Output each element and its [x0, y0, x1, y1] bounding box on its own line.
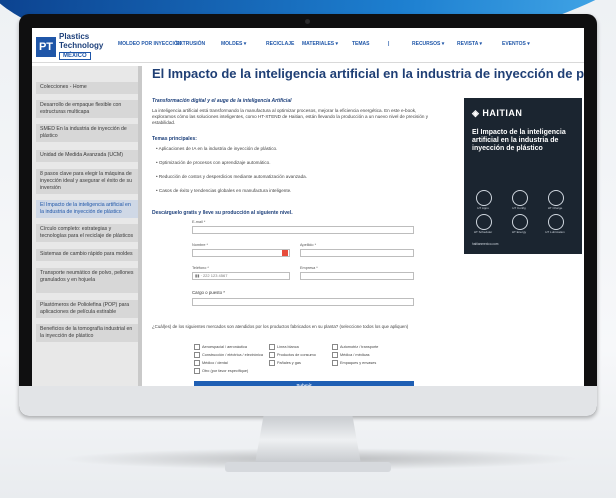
menu-item-moldeo[interactable]: MOLDEO POR INYECCIÓN — [118, 41, 181, 47]
main-menu: MOLDEO POR INYECCIÓN EXTRUSIÓN MOLDES ▾ … — [118, 41, 532, 47]
ebook-url: haitianmexico.com — [472, 242, 499, 246]
menu-item-temas[interactable]: TEMAS — [352, 41, 388, 47]
ebook-caption: HT Scheduler — [473, 230, 493, 234]
telefono-label: Teléfono * — [192, 266, 209, 270]
page-title: El Impacto de la inteligencia artificial… — [152, 66, 584, 81]
bullet-item: • Reducción de costos y desperdicios med… — [156, 174, 307, 179]
intro-title: Transformación digital y el auge de la i… — [152, 98, 292, 104]
checkbox-icon — [269, 360, 275, 366]
menu-item-eventos[interactable]: EVENTOS ▾ — [502, 41, 532, 47]
sidebar-item-home[interactable]: Colecciones - Home — [36, 82, 140, 94]
menu-item-moldes[interactable]: MOLDES ▾ — [221, 41, 266, 47]
apellido-label: Apellido * — [300, 243, 317, 247]
nombre-label: Nombre * — [192, 243, 209, 247]
ebook-caption: HT Lubrication — [545, 230, 565, 234]
menu-item-revista[interactable]: REVISTA ▾ — [457, 41, 502, 47]
site-logo[interactable]: PT Plastics Technology MÉXICO — [36, 32, 103, 61]
empresa-label: Empresa * — [300, 266, 318, 270]
checkbox-icon — [269, 344, 275, 350]
market-checkbox[interactable]: Línea blanca — [269, 344, 299, 350]
cargo-label: Cargo o puesto * — [192, 290, 225, 295]
sidebar-item-10[interactable]: Beneficios de la tomografía industrial e… — [36, 324, 140, 342]
markets-question: ¿Cuál(es) de los siguientes mercados son… — [152, 324, 409, 329]
ebook-caption: HT Charge — [547, 206, 563, 210]
haitian-logo: ◈ HAITIAN — [472, 108, 523, 118]
checkbox-icon — [332, 352, 338, 358]
logo-mark: PT — [36, 36, 56, 57]
market-checkbox[interactable]: Productos de consumo — [269, 352, 316, 358]
sidebar-item-8[interactable]: Transporte neumático de polvo, pellones … — [36, 268, 140, 293]
market-checkbox[interactable]: Empaques y envases — [332, 360, 376, 366]
market-checkbox[interactable]: Médico / dental — [194, 360, 228, 366]
download-cta: Descárguelo gratis y lleve su producción… — [152, 210, 293, 216]
bullet-item: • Optimización de procesos con aprendiza… — [156, 160, 271, 165]
checkbox-icon — [194, 344, 200, 350]
checkbox-icon — [194, 368, 200, 374]
logo-line1: Plastics — [59, 32, 90, 41]
intro-text: La inteligencia artificial está transfor… — [152, 108, 429, 125]
email-field[interactable] — [192, 226, 414, 234]
lubrication-icon — [548, 214, 564, 230]
market-checkbox[interactable]: Construcción / eléctrica / electrónica — [194, 352, 263, 358]
apps-icon — [476, 190, 492, 206]
sidebar-item-1[interactable]: Desarrollo de empaque flexible con estru… — [36, 100, 140, 118]
scheduler-icon — [476, 214, 492, 230]
apellido-field[interactable] — [300, 249, 414, 257]
market-checkbox[interactable]: Pañales y gas — [269, 360, 301, 366]
menu-divider: | — [388, 41, 390, 47]
monitor-frame: PT Plastics Technology MÉXICO MOLDEO POR… — [19, 14, 597, 416]
checkbox-icon — [332, 344, 338, 350]
bullet-item: • Casos de éxito y tendencias globales e… — [156, 188, 292, 193]
charge-icon — [548, 190, 564, 206]
telefono-field[interactable]: ▮▮ · 222 123 4567 — [192, 272, 290, 280]
monitor-stand — [255, 416, 361, 464]
ebook-cover: ◈ HAITIAN El Impacto de la inteligencia … — [464, 98, 582, 254]
market-checkbox[interactable]: Aeroespacial / aeronáutica — [194, 344, 247, 350]
sidebar-item-7[interactable]: Sistemas de cambio rápido para moldes — [36, 249, 140, 261]
market-checkbox[interactable]: Automotriz / transporte — [332, 344, 378, 350]
logo-line2: Technology — [59, 41, 104, 50]
logo-text: Plastics Technology MÉXICO — [59, 32, 103, 61]
checkbox-icon — [194, 360, 200, 366]
ebook-caption: HT Energy — [511, 230, 527, 234]
sidebar-item-3[interactable]: Unidad de Medida Avanzada (UCM) — [36, 150, 140, 162]
menu-item-materiales[interactable]: MATERIALES ▾ — [302, 41, 352, 47]
sidebar-item-6[interactable]: Círculo completo: estrategias y tecnolog… — [36, 224, 140, 242]
config-icon — [512, 190, 528, 206]
ebook-caption: HT Config — [512, 206, 526, 210]
empresa-field[interactable] — [300, 272, 414, 280]
ebook-caption: HT Apps — [477, 206, 489, 210]
market-checkbox[interactable]: Otro (por favor especifique) — [194, 368, 248, 374]
menu-item-recursos[interactable]: RECURSOS ▾ — [412, 41, 457, 47]
logo-country: MÉXICO — [59, 52, 91, 60]
camera-dot — [305, 19, 310, 24]
sidebar-item-2[interactable]: SMED En la industria de inyección de plá… — [36, 124, 140, 142]
cargo-field[interactable] — [192, 298, 414, 306]
ebook-title: El Impacto de la inteligencia artificial… — [472, 129, 566, 152]
sidebar-item-4[interactable]: 8 pasos clave para elegir la máquina de … — [36, 169, 140, 194]
monitor-chin — [19, 386, 597, 416]
market-checkbox[interactable]: Médica / médicas — [332, 352, 370, 358]
temas-title: Temas principales: — [152, 136, 197, 142]
checkbox-icon — [194, 352, 200, 358]
email-label: E-mail * — [192, 220, 206, 224]
checkbox-icon — [269, 352, 275, 358]
monitor-base — [225, 462, 391, 472]
top-nav: PT Plastics Technology MÉXICO MOLDEO POR… — [32, 28, 584, 63]
sidebar-item-9[interactable]: Plastómeros de Poliolefina (POP) para ap… — [36, 300, 140, 318]
nombre-field[interactable] — [192, 249, 290, 257]
autofill-icon[interactable] — [282, 250, 288, 256]
bullet-item: • Aplicaciones de IA en la industria de … — [156, 146, 278, 151]
sidebar-item-5[interactable]: El Impacto de la inteligencia artificial… — [36, 200, 140, 218]
sidebar-scrollbar[interactable] — [138, 66, 142, 395]
energy-icon — [512, 214, 528, 230]
checkbox-icon — [332, 360, 338, 366]
screen: PT Plastics Technology MÉXICO MOLDEO POR… — [32, 28, 584, 395]
menu-item-extrusion[interactable]: EXTRUSIÓN — [176, 41, 221, 47]
menu-item-reciclaje[interactable]: RECICLAJE — [266, 41, 302, 47]
